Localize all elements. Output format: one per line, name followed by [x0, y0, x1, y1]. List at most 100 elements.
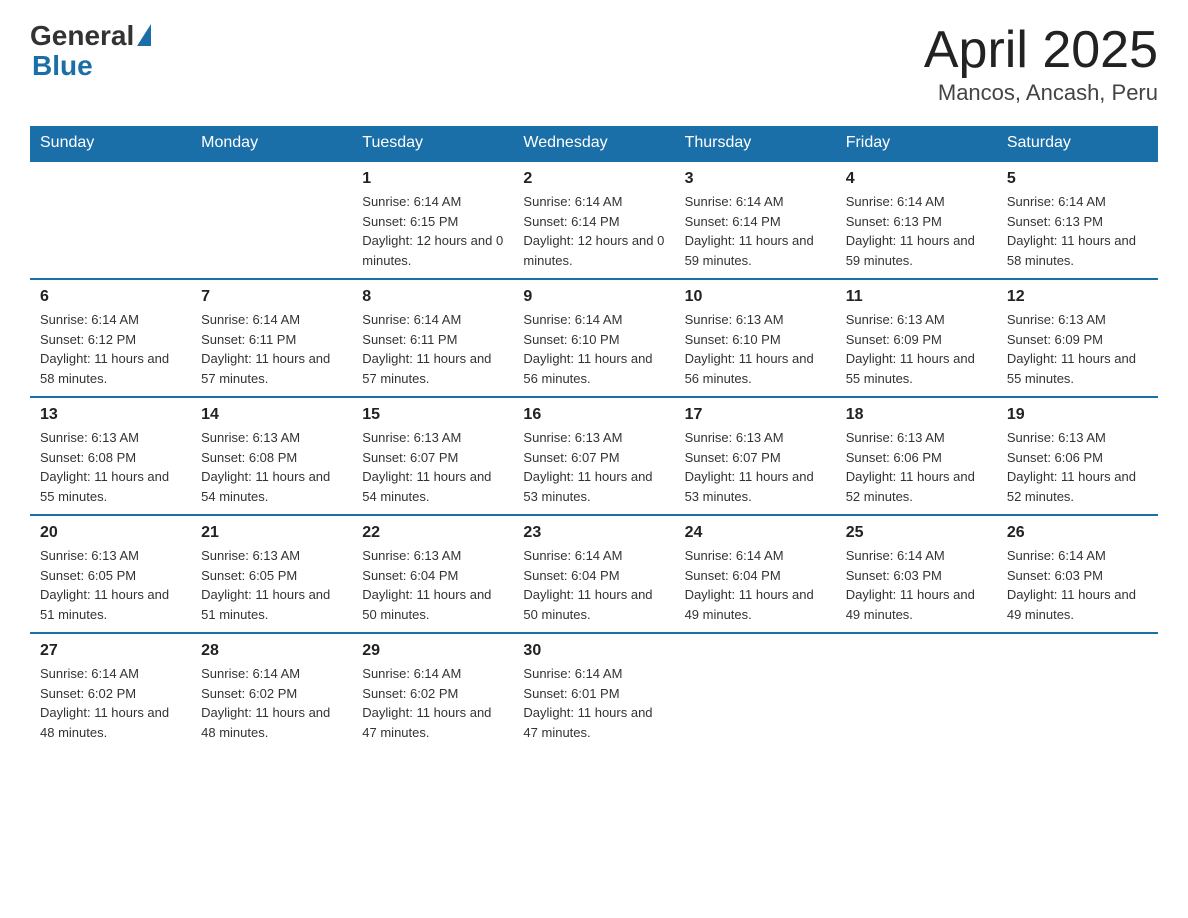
week-row-1: 1 Sunrise: 6:14 AMSunset: 6:15 PMDaylight… — [30, 161, 1158, 279]
weekday-header-thursday: Thursday — [675, 126, 836, 161]
day-info: Sunrise: 6:13 AMSunset: 6:07 PMDaylight:… — [523, 428, 664, 506]
day-info: Sunrise: 6:13 AMSunset: 6:04 PMDaylight:… — [362, 546, 503, 624]
day-info: Sunrise: 6:13 AMSunset: 6:05 PMDaylight:… — [201, 546, 342, 624]
day-info: Sunrise: 6:13 AMSunset: 6:06 PMDaylight:… — [1007, 428, 1148, 506]
weekday-header-friday: Friday — [836, 126, 997, 161]
day-number: 11 — [846, 288, 987, 306]
calendar-cell: 19 Sunrise: 6:13 AMSunset: 6:06 PMDayligh… — [997, 397, 1158, 515]
weekday-header-saturday: Saturday — [997, 126, 1158, 161]
weekday-header-wednesday: Wednesday — [513, 126, 674, 161]
weekday-header-row: SundayMondayTuesdayWednesdayThursdayFrid… — [30, 126, 1158, 161]
day-number: 10 — [685, 288, 826, 306]
calendar-cell: 27Sunrise: 6:14 AMSunset: 6:02 PMDayligh… — [30, 633, 191, 750]
logo: General Blue — [30, 20, 151, 82]
title-block: April 2025 Mancos, Ancash, Peru — [924, 20, 1158, 106]
day-info: Sunrise: 6:14 AMSunset: 6:13 PMDaylight:… — [1007, 192, 1148, 270]
calendar-cell — [30, 161, 191, 279]
calendar-cell: 11 Sunrise: 6:13 AMSunset: 6:09 PMDayligh… — [836, 279, 997, 397]
calendar-cell: 16 Sunrise: 6:13 AMSunset: 6:07 PMDayligh… — [513, 397, 674, 515]
calendar-cell: 20Sunrise: 6:13 AMSunset: 6:05 PMDayligh… — [30, 515, 191, 633]
calendar-cell: 2 Sunrise: 6:14 AMSunset: 6:14 PMDaylight… — [513, 161, 674, 279]
calendar-cell: 18Sunrise: 6:13 AMSunset: 6:06 PMDayligh… — [836, 397, 997, 515]
calendar-cell: 25Sunrise: 6:14 AMSunset: 6:03 PMDayligh… — [836, 515, 997, 633]
weekday-header-sunday: Sunday — [30, 126, 191, 161]
calendar-cell: 10 Sunrise: 6:13 AMSunset: 6:10 PMDayligh… — [675, 279, 836, 397]
logo-triangle-icon — [137, 24, 151, 46]
logo-general-text: General — [30, 20, 134, 52]
day-info: Sunrise: 6:14 AMSunset: 6:13 PMDaylight:… — [846, 192, 987, 270]
day-number: 30 — [523, 642, 664, 660]
day-number: 15 — [362, 406, 503, 424]
day-info: Sunrise: 6:14 AMSunset: 6:02 PMDaylight:… — [201, 664, 342, 742]
calendar-cell: 3 Sunrise: 6:14 AMSunset: 6:14 PMDaylight… — [675, 161, 836, 279]
day-number: 3 — [685, 170, 826, 188]
calendar-cell: 30 Sunrise: 6:14 AMSunset: 6:01 PMDayligh… — [513, 633, 674, 750]
week-row-5: 27 Sunrise: 6:14 AMSunset: 6:02 PMDayligh… — [30, 633, 1158, 750]
day-number: 9 — [523, 288, 664, 306]
day-info: Sunrise: 6:14 AMSunset: 6:03 PMDaylight:… — [1007, 546, 1148, 624]
logo-blue-text: Blue — [30, 50, 93, 82]
calendar-title: April 2025 — [924, 20, 1158, 80]
day-info: Sunrise: 6:13 AMSunset: 6:08 PMDaylight:… — [201, 428, 342, 506]
calendar-cell: 28 Sunrise: 6:14 AMSunset: 6:02 PMDayligh… — [191, 633, 352, 750]
calendar-cell: 14 Sunrise: 6:13 AMSunset: 6:08 PMDayligh… — [191, 397, 352, 515]
day-number: 22 — [362, 524, 503, 542]
day-info: Sunrise: 6:14 AMSunset: 6:04 PMDaylight:… — [523, 546, 664, 624]
day-info: Sunrise: 6:14 AMSunset: 6:10 PMDaylight:… — [523, 310, 664, 388]
calendar-cell: 1 Sunrise: 6:14 AMSunset: 6:15 PMDaylight… — [352, 161, 513, 279]
calendar-cell: 17Sunrise: 6:13 AMSunset: 6:07 PMDayligh… — [675, 397, 836, 515]
day-number: 26 — [1007, 524, 1148, 542]
day-number: 19 — [1007, 406, 1148, 424]
day-info: Sunrise: 6:14 AMSunset: 6:15 PMDaylight:… — [362, 192, 503, 270]
day-number: 12 — [1007, 288, 1148, 306]
calendar-cell: 15Sunrise: 6:13 AMSunset: 6:07 PMDayligh… — [352, 397, 513, 515]
day-info: Sunrise: 6:13 AMSunset: 6:06 PMDaylight:… — [846, 428, 987, 506]
calendar-cell: 6Sunrise: 6:14 AMSunset: 6:12 PMDaylight… — [30, 279, 191, 397]
day-info: Sunrise: 6:14 AMSunset: 6:14 PMDaylight:… — [685, 192, 826, 270]
day-number: 1 — [362, 170, 503, 188]
calendar-cell: 21Sunrise: 6:13 AMSunset: 6:05 PMDayligh… — [191, 515, 352, 633]
weekday-header-tuesday: Tuesday — [352, 126, 513, 161]
day-number: 24 — [685, 524, 826, 542]
day-info: Sunrise: 6:14 AMSunset: 6:14 PMDaylight:… — [523, 192, 664, 270]
calendar-cell: 8 Sunrise: 6:14 AMSunset: 6:11 PMDaylight… — [352, 279, 513, 397]
calendar-cell: 29 Sunrise: 6:14 AMSunset: 6:02 PMDayligh… — [352, 633, 513, 750]
week-row-3: 13 Sunrise: 6:13 AMSunset: 6:08 PMDayligh… — [30, 397, 1158, 515]
week-row-2: 6Sunrise: 6:14 AMSunset: 6:12 PMDaylight… — [30, 279, 1158, 397]
day-info: Sunrise: 6:13 AMSunset: 6:08 PMDaylight:… — [40, 428, 181, 506]
day-info: Sunrise: 6:13 AMSunset: 6:09 PMDaylight:… — [846, 310, 987, 388]
calendar-cell — [836, 633, 997, 750]
calendar-cell: 9 Sunrise: 6:14 AMSunset: 6:10 PMDaylight… — [513, 279, 674, 397]
day-info: Sunrise: 6:14 AMSunset: 6:11 PMDaylight:… — [201, 310, 342, 388]
calendar-cell — [191, 161, 352, 279]
day-number: 14 — [201, 406, 342, 424]
calendar-cell: 23Sunrise: 6:14 AMSunset: 6:04 PMDayligh… — [513, 515, 674, 633]
day-info: Sunrise: 6:14 AMSunset: 6:01 PMDaylight:… — [523, 664, 664, 742]
day-info: Sunrise: 6:13 AMSunset: 6:10 PMDaylight:… — [685, 310, 826, 388]
day-number: 17 — [685, 406, 826, 424]
calendar-cell: 24Sunrise: 6:14 AMSunset: 6:04 PMDayligh… — [675, 515, 836, 633]
day-number: 13 — [40, 406, 181, 424]
calendar-table: SundayMondayTuesdayWednesdayThursdayFrid… — [30, 126, 1158, 750]
day-info: Sunrise: 6:13 AMSunset: 6:05 PMDaylight:… — [40, 546, 181, 624]
day-info: Sunrise: 6:14 AMSunset: 6:02 PMDaylight:… — [362, 664, 503, 742]
day-number: 2 — [523, 170, 664, 188]
calendar-cell: 26 Sunrise: 6:14 AMSunset: 6:03 PMDayligh… — [997, 515, 1158, 633]
calendar-cell — [997, 633, 1158, 750]
day-number: 28 — [201, 642, 342, 660]
calendar-cell: 22 Sunrise: 6:13 AMSunset: 6:04 PMDayligh… — [352, 515, 513, 633]
calendar-cell: 12 Sunrise: 6:13 AMSunset: 6:09 PMDayligh… — [997, 279, 1158, 397]
day-info: Sunrise: 6:13 AMSunset: 6:09 PMDaylight:… — [1007, 310, 1148, 388]
calendar-cell: 7Sunrise: 6:14 AMSunset: 6:11 PMDaylight… — [191, 279, 352, 397]
week-row-4: 20Sunrise: 6:13 AMSunset: 6:05 PMDayligh… — [30, 515, 1158, 633]
calendar-cell: 5Sunrise: 6:14 AMSunset: 6:13 PMDaylight… — [997, 161, 1158, 279]
day-number: 27 — [40, 642, 181, 660]
calendar-cell — [675, 633, 836, 750]
day-number: 8 — [362, 288, 503, 306]
day-number: 25 — [846, 524, 987, 542]
calendar-cell: 13 Sunrise: 6:13 AMSunset: 6:08 PMDayligh… — [30, 397, 191, 515]
calendar-cell: 4Sunrise: 6:14 AMSunset: 6:13 PMDaylight… — [836, 161, 997, 279]
day-number: 16 — [523, 406, 664, 424]
day-number: 29 — [362, 642, 503, 660]
day-info: Sunrise: 6:14 AMSunset: 6:11 PMDaylight:… — [362, 310, 503, 388]
